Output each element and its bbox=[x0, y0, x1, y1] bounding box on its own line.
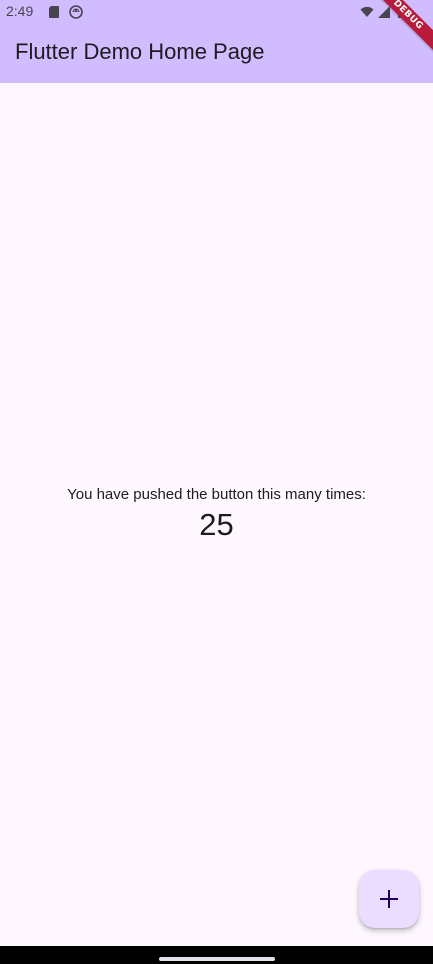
sd-card-icon bbox=[49, 6, 59, 18]
signal-icon bbox=[378, 6, 390, 18]
app-bar: Flutter Demo Home Page bbox=[0, 24, 433, 83]
status-time: 2:49 bbox=[6, 3, 34, 19]
status-bar: 2:49 bbox=[0, 0, 433, 24]
system-navigation-bar bbox=[0, 946, 433, 964]
android-icon bbox=[69, 5, 83, 19]
counter-label: You have pushed the button this many tim… bbox=[67, 486, 366, 503]
counter-value: 25 bbox=[199, 507, 234, 542]
plus-icon bbox=[380, 890, 398, 908]
home-indicator[interactable] bbox=[159, 957, 275, 961]
increment-button[interactable] bbox=[359, 870, 419, 928]
main-content: You have pushed the button this many tim… bbox=[0, 83, 433, 946]
page-title: Flutter Demo Home Page bbox=[15, 39, 265, 64]
wifi-icon bbox=[360, 6, 374, 17]
